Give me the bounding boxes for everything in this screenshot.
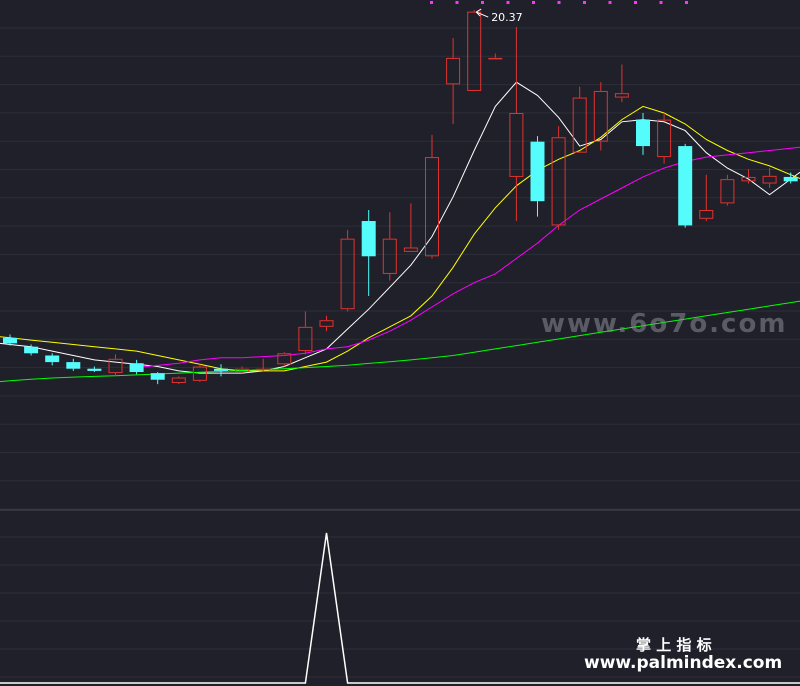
candle-body [614, 93, 629, 98]
top-marker [583, 1, 586, 4]
candle-body [45, 355, 60, 363]
candle-body [783, 176, 798, 182]
candle-body [488, 57, 503, 60]
top-marker [430, 1, 433, 4]
chart-grid [0, 27, 800, 678]
candle-body [340, 238, 355, 310]
candle-body [467, 11, 482, 91]
candle-body [636, 119, 650, 147]
peak-arrow-icon [475, 8, 489, 18]
candle-up [467, 10, 482, 91]
candle-body [150, 373, 165, 380]
candle-down [783, 172, 798, 184]
candle-body [382, 238, 397, 274]
candle-down [45, 353, 60, 366]
candle-body [699, 210, 714, 219]
candle-up [720, 174, 735, 206]
candle-body [3, 337, 17, 344]
watermark-6070: www.6o7o.com [541, 309, 787, 339]
top-marker [685, 1, 688, 4]
candle-down [530, 136, 545, 217]
top-marker [659, 1, 663, 4]
top-marker [481, 1, 484, 4]
top-marker [557, 1, 561, 4]
candle-body [319, 320, 334, 327]
candle-up [572, 86, 587, 153]
candle-body [425, 157, 439, 257]
top-marker [455, 1, 459, 4]
candle-down [636, 113, 650, 155]
candle-up [256, 358, 271, 373]
candle-up [108, 354, 123, 377]
candle-body [657, 119, 672, 158]
candle-down [150, 372, 165, 385]
candle-body [446, 57, 461, 85]
candle-up [298, 311, 313, 355]
candle-body [509, 113, 524, 177]
candle-body [762, 175, 777, 184]
candle-up [614, 64, 629, 102]
candle-body [361, 221, 376, 257]
candle-up [319, 315, 334, 332]
candle-body [551, 137, 566, 226]
top-markers [430, 1, 688, 4]
candle-body [572, 97, 587, 153]
candle-up [446, 38, 461, 125]
candle-down [214, 364, 228, 377]
candle-up [403, 203, 418, 252]
candle-up [657, 113, 672, 164]
stock-chart: 20.37 www.6o7o.com 掌 上 指 标 www.palmindex… [0, 1, 800, 684]
candle-up [551, 126, 566, 230]
top-marker [506, 1, 510, 4]
candle-up [340, 229, 355, 312]
top-marker [532, 1, 535, 4]
candle-body [214, 368, 228, 371]
watermark-brand-url: www.palmindex.com [584, 653, 782, 673]
candle-body [192, 366, 207, 381]
candle-down [66, 358, 81, 371]
peak-price-label: 20.37 [491, 11, 523, 24]
candle-up [171, 376, 186, 385]
candle-body [129, 363, 144, 373]
watermark-brand-cn: 掌 上 指 标 [636, 636, 712, 654]
candle-body [24, 346, 39, 354]
peak-annotation: 20.37 [475, 8, 523, 24]
candle-body [66, 362, 81, 369]
candle-body [403, 247, 418, 252]
candle-up [382, 212, 397, 281]
candle-down [678, 143, 693, 228]
candle-body [720, 179, 735, 204]
candle-body [256, 368, 271, 371]
candle-body [171, 377, 186, 384]
top-marker [634, 1, 637, 4]
candle-body [87, 368, 102, 371]
top-marker [608, 1, 612, 4]
candle-body [530, 141, 545, 202]
candle-down [129, 359, 144, 375]
candle-up [762, 168, 777, 188]
candle-body [678, 146, 693, 226]
candle-up [425, 135, 439, 259]
